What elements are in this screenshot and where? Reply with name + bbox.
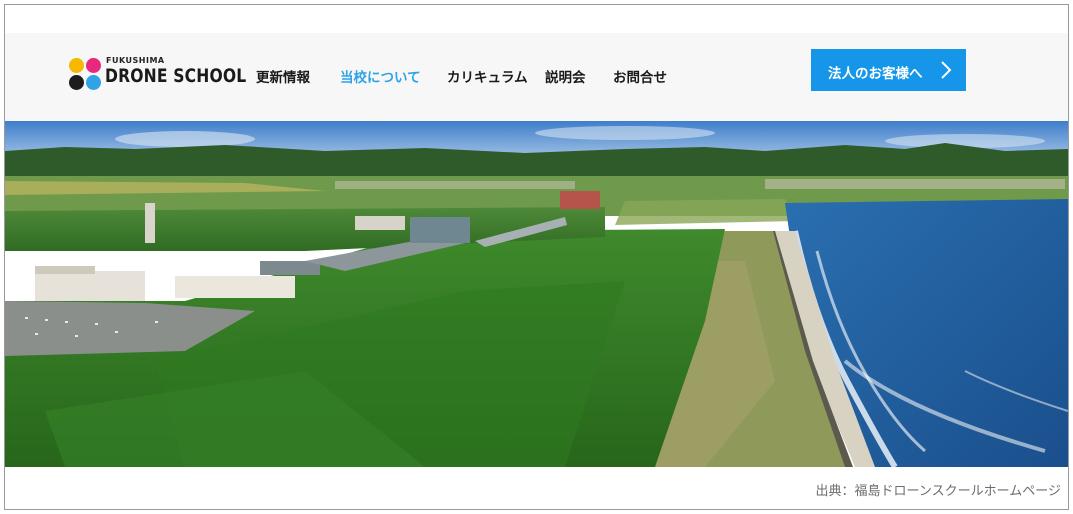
pink-dot <box>86 58 101 73</box>
site-logo[interactable]: FUKUSHIMA DRONE SCHOOL <box>69 56 246 96</box>
site-header: FUKUSHIMA DRONE SCHOOL 更新情報 当校について カリキュラ… <box>5 33 1068 121</box>
chevron-right-icon <box>941 61 952 79</box>
hero-image <box>5 121 1068 467</box>
black-dot <box>69 75 84 90</box>
logo-dots-icon <box>69 58 103 92</box>
image-source-caption: 出典：福島ドローンスクールホームページ <box>815 484 1061 499</box>
yellow-dot <box>69 58 84 73</box>
corporate-clients-label: 法人のお客様へ <box>828 66 923 82</box>
nav-item-curriculum[interactable]: カリキュラム <box>447 66 528 86</box>
nav-item-news[interactable]: 更新情報 <box>256 66 310 86</box>
aerial-coastline-photo <box>5 121 1068 467</box>
nav-item-briefing[interactable]: 説明会 <box>545 66 586 86</box>
blue-dot <box>86 75 101 90</box>
logo-title: DRONE SCHOOL <box>105 65 247 87</box>
nav-item-about[interactable]: 当校について <box>340 66 421 86</box>
nav-item-contact[interactable]: お問合せ <box>613 66 667 86</box>
screenshot-frame: FUKUSHIMA DRONE SCHOOL 更新情報 当校について カリキュラ… <box>4 4 1069 510</box>
corporate-clients-button[interactable]: 法人のお客様へ <box>811 49 966 91</box>
logo-subtitle: FUKUSHIMA <box>106 56 165 65</box>
